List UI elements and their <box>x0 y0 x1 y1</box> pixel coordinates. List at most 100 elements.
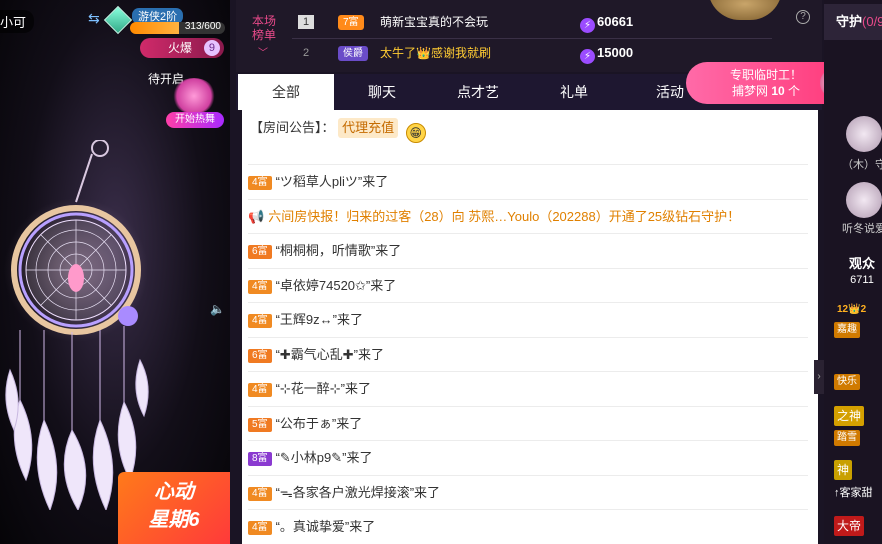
wealth-rank-badge: 6富 <box>248 348 272 363</box>
tab-gifts[interactable]: 礼单 <box>526 74 622 110</box>
ranking-points-value: 15000 <box>597 45 634 60</box>
agent-recharge-link[interactable]: 代理充值 <box>338 118 399 138</box>
guard-count: (0/9 <box>862 14 882 29</box>
noble-badge: 踏雪 <box>834 430 860 446</box>
message-text: “✎小林p9✎”来了 <box>275 450 373 465</box>
ranking-title[interactable]: 本场榜单 <box>248 14 280 42</box>
tab-talent[interactable]: 点才艺 <box>430 74 526 110</box>
dreamcatcher-gift-image <box>4 140 149 510</box>
tab-chat[interactable]: 聊天 <box>334 74 430 110</box>
chat-feed[interactable]: 4富 “ツ稻草人pliツ”来了 📢 六间房快报！归来的过客（28）向 苏熙…Youlo… <box>242 150 818 544</box>
tab-all[interactable]: 全部 <box>238 74 334 110</box>
wealth-rank-badge: 4富 <box>248 279 272 294</box>
ranking-points-value: 60661 <box>597 14 634 29</box>
anchor-name[interactable]: 小可 <box>0 10 35 33</box>
wealth-rank-badge: 4富 <box>248 176 272 190</box>
message-text: “公布于ぁ”来了 <box>275 415 363 431</box>
rank-number: 2 <box>302 47 310 59</box>
wealth-tag: 7富 <box>338 15 364 30</box>
chat-message[interactable]: 6富 “✚霸气心乱✚”来了 <box>248 336 808 371</box>
wealth-rank-badge: 8富 <box>248 452 272 466</box>
chat-message[interactable]: 4富 “王辉9z↔”来了 <box>248 302 808 336</box>
promo-tag-unit: 个 <box>788 84 801 98</box>
wealth-rank-badge: 4富 <box>248 314 272 328</box>
chat-message[interactable]: 4富 “卓依婷74520✩”来了 <box>248 267 808 302</box>
message-text: 六间房快报！归来的过客（28）向 苏熙…Youlo（202288）开通了25级钻… <box>268 208 741 224</box>
live-video-stage[interactable]: 小可 ⇆ 游侠2阶 313/600 火爆 9 待开启 开始热舞 🔈 心动 星期6 <box>0 0 230 544</box>
heat-count: 9 <box>203 40 220 56</box>
wealth-rank-badge: 4富 <box>248 486 272 501</box>
wealth-rank-badge: 4富 <box>248 383 272 397</box>
chat-message[interactable]: 4富 “ツ稻草人pliツ”来了 <box>248 164 808 198</box>
announcement-label: 【房间公告】： <box>250 120 335 135</box>
swap-icon[interactable]: ⇆ <box>88 10 100 27</box>
heat-label: 火爆 <box>168 41 193 55</box>
right-sidebar: 守护(0/9 （木）守 听冬说爱 观众 6711 12👑2 嘉趣 快乐 之神 踏… <box>824 0 882 544</box>
audience-count: 6711 <box>850 274 874 286</box>
message-text: “卓依婷74520✩”来了 <box>275 277 397 293</box>
ranking-nickname: 萌新宝宝真的不会玩 <box>380 15 489 29</box>
system-broadcast[interactable]: 📢 六间房快报！归来的过客（28）向 苏熙…Youlo（202288）开通了25级… <box>248 198 808 233</box>
message-text: “✚霸气心乱✚”来了 <box>275 346 385 362</box>
chat-message[interactable]: 4富 “。真诚挚爱”来了 <box>248 509 808 543</box>
megaphone-icon: 📢 <box>248 208 265 224</box>
start-heat-dance-button[interactable]: 开始热舞 <box>166 112 224 128</box>
heat-indicator[interactable]: 火爆 9 <box>140 38 224 58</box>
promo-line-1: 心动 <box>154 481 194 503</box>
god-badge: 神 <box>834 460 853 480</box>
heart-saturday-promo[interactable]: 心动 星期6 <box>118 472 230 544</box>
chat-message[interactable]: 5富 “公布于ぁ”来了 <box>248 405 808 440</box>
rank-number: 1 <box>298 15 314 29</box>
noble-tag: 侯爵 <box>338 46 368 61</box>
wealth-rank-badge: 6富 <box>248 245 272 259</box>
volume-icon[interactable]: 🔈 <box>210 302 225 316</box>
chat-message[interactable]: 4富 “ᯓ各家各户激光焊接滚”来了 <box>248 474 808 509</box>
noble-badge: 嘉趣 <box>834 322 860 338</box>
message-text: “王辉9z↔”来了 <box>275 312 363 327</box>
message-text: “⊹花一醉⊹”来了 <box>275 381 372 396</box>
ranking-points: ⚡ 15000 <box>580 39 633 67</box>
guard-header[interactable]: 守护(0/9 <box>824 4 882 40</box>
message-text: “桐桐桐，听情歌”来了 <box>275 243 402 258</box>
promo-tag-count: 10 <box>771 84 785 98</box>
ranking-row[interactable]: 1 7富 萌新宝宝真的不会玩 ⚡ 60661 <box>292 8 772 36</box>
wealth-badge: 12👑2 <box>837 304 867 315</box>
grin-emoji-icon: 😁 <box>405 123 426 143</box>
noble-badge: 快乐 <box>834 374 860 390</box>
guard-member-name: 听冬说爱 <box>842 223 882 235</box>
audience-header[interactable]: 观众 6711 <box>842 256 882 288</box>
wealth-rank-badge: 5富 <box>248 417 272 432</box>
avatar[interactable] <box>846 182 882 218</box>
room-announcement: 【房间公告】： 代理充值 😁 <box>242 110 818 150</box>
level-gem-icon <box>103 5 133 35</box>
message-text: “ツ稻草人pliツ”来了 <box>275 174 389 189</box>
chat-message[interactable]: 8富 “✎小林p9✎”来了 <box>248 440 808 474</box>
exp-progress-bar: 313/600 <box>130 22 225 34</box>
message-text: “。真诚挚爱”来了 <box>275 519 376 534</box>
audience-label: 观众 <box>848 256 875 271</box>
exp-text: 313/600 <box>184 22 221 32</box>
emperor-badge: 大帝 <box>834 516 865 536</box>
god-badge: 之神 <box>834 406 865 426</box>
promo-tag-item: 捕梦网 <box>731 84 768 98</box>
guard-member-name: （木）守 <box>842 159 882 171</box>
ranking-points: ⚡ 60661 <box>580 8 633 36</box>
ranking-row[interactable]: 2 侯爵 太牛了👑感谢我就刷 ⚡ 15000 <box>292 38 772 66</box>
message-text: “ᯓ各家各户激光焊接滚”来了 <box>275 484 441 500</box>
audience-name[interactable]: ↑客家甜 <box>834 484 873 500</box>
exp-progress-fill <box>130 22 180 34</box>
ranking-nickname: 太牛了👑感谢我就刷 <box>380 46 491 60</box>
heat-dance-orb-icon[interactable] <box>172 78 216 114</box>
temp-worker-promo[interactable]: 专职临时工！ 捕梦网 10 个 <box>686 62 850 104</box>
guard-label: 守护 <box>836 14 863 29</box>
chat-message[interactable]: 6富 “桐桐桐，听情歌”来了 <box>248 233 808 267</box>
collapse-arrow-icon[interactable]: › <box>814 360 824 394</box>
help-icon[interactable]: ? <box>796 10 810 24</box>
lightning-icon: ⚡ <box>580 49 595 64</box>
lightning-icon: ⚡ <box>580 18 595 33</box>
wealth-rank-badge: 4富 <box>248 521 272 535</box>
avatar[interactable] <box>846 116 882 152</box>
chat-message[interactable]: 4富 “⊹花一醉⊹”来了 <box>248 371 808 405</box>
promo-line-2: 星期6 <box>148 509 200 531</box>
chevron-down-icon[interactable]: ﹀ <box>258 44 268 59</box>
